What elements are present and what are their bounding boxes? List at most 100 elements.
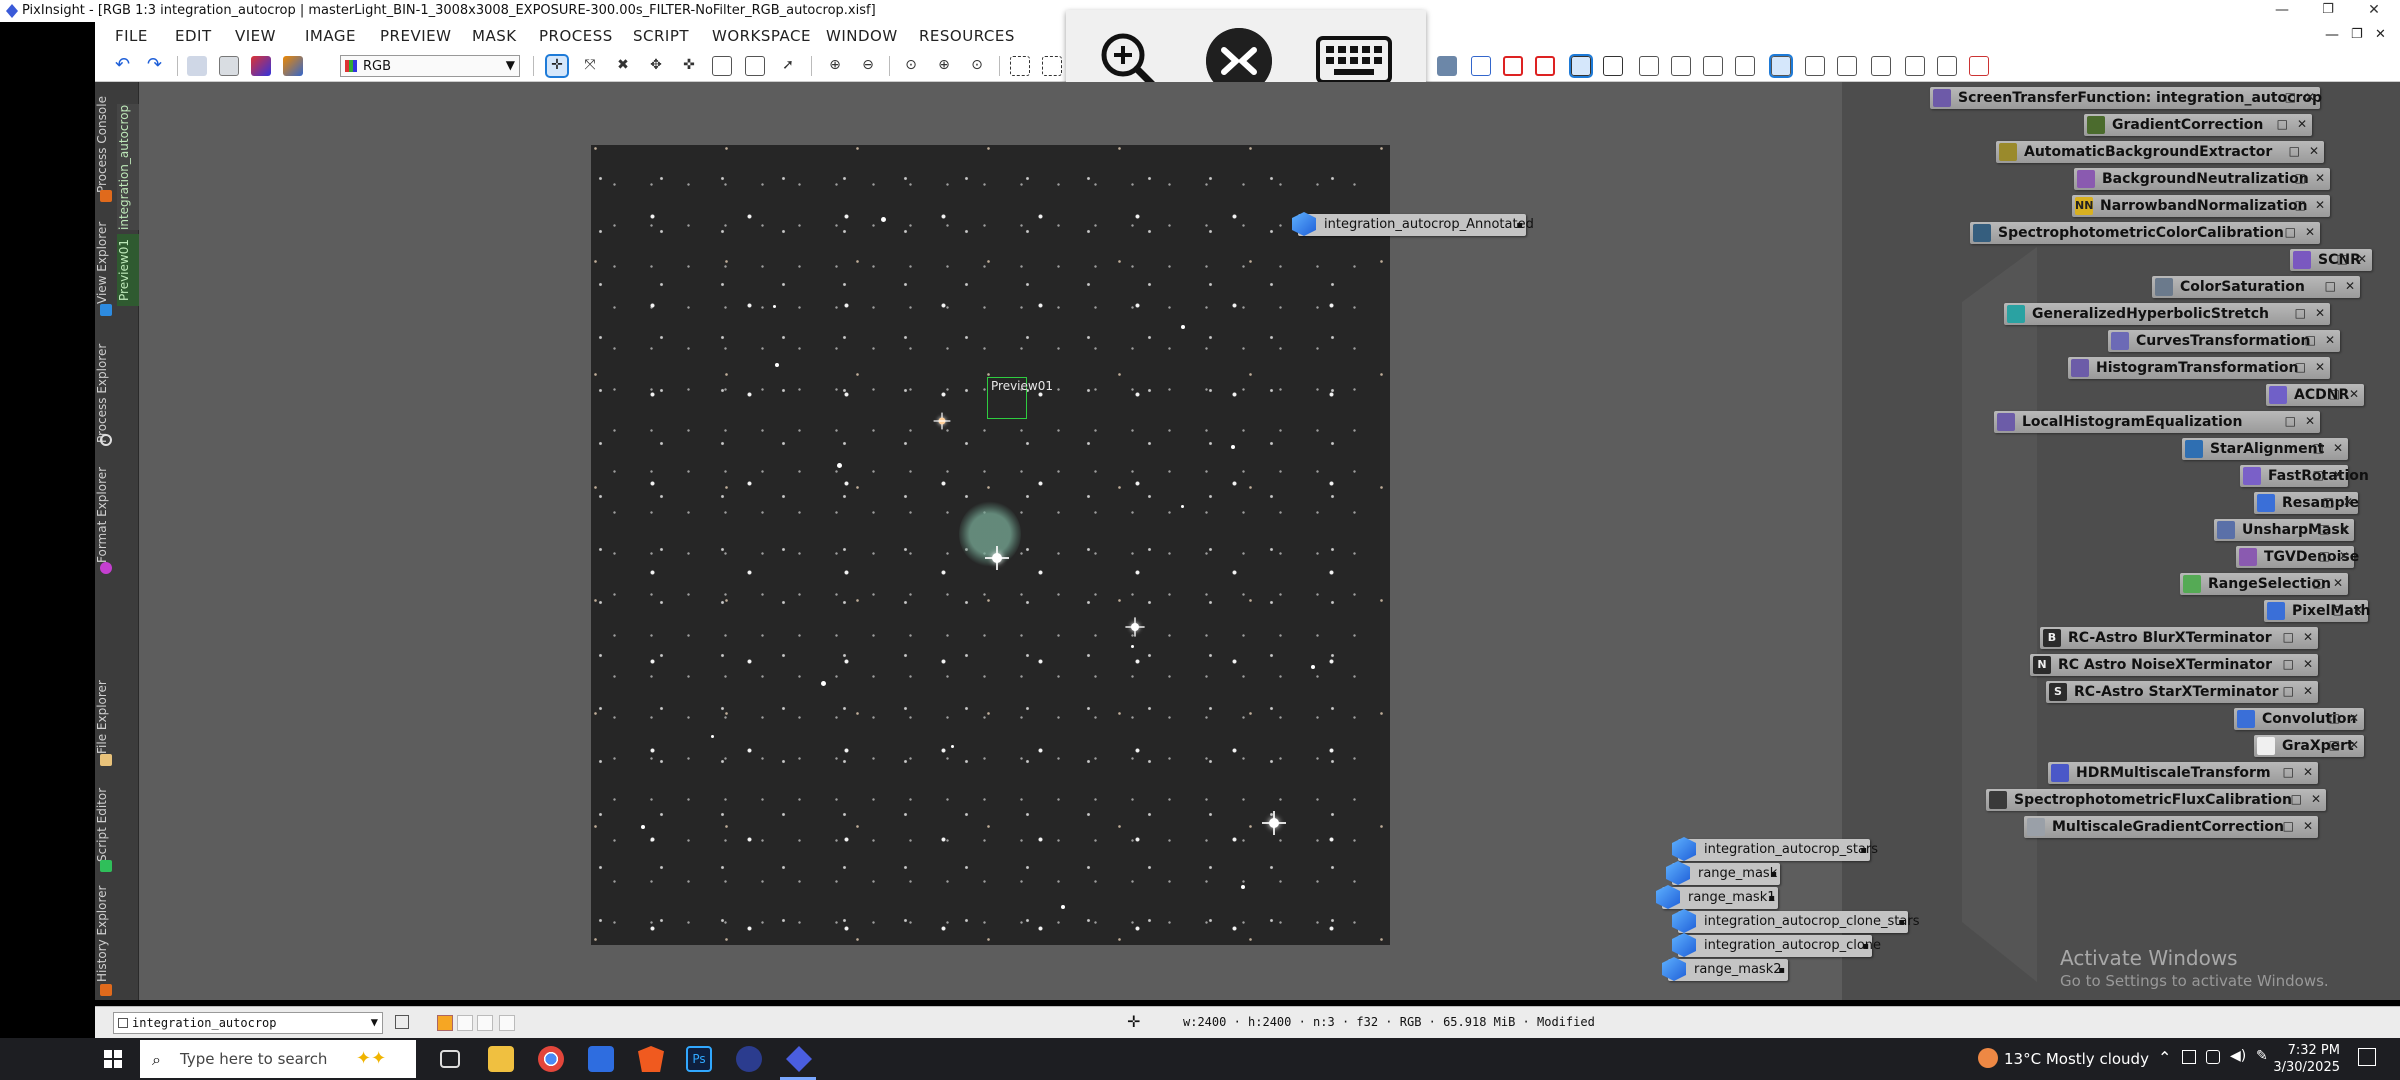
- process-icon-localhistogramequalization[interactable]: LocalHistogramEqualization □ ✕: [1994, 411, 2320, 433]
- process-icon-scnr[interactable]: SCNR □ ✕: [2290, 249, 2372, 271]
- maximize-icon[interactable]: □: [2285, 90, 2296, 104]
- process-icon-generalizedhyperbolicstretch[interactable]: GeneralizedHyperbolicStretch □ ✕: [2004, 303, 2330, 325]
- close-icon[interactable]: ✕: [2343, 495, 2353, 509]
- stf-edit-icon[interactable]: [1735, 56, 1755, 76]
- maximize-icon[interactable]: □: [2295, 198, 2306, 212]
- empty-slot-icon[interactable]: [457, 1015, 473, 1031]
- open-file-icon[interactable]: [219, 56, 239, 76]
- image-view[interactable]: Preview01: [591, 145, 1390, 945]
- fit-view-icon[interactable]: [1010, 56, 1030, 76]
- redo-icon[interactable]: ↷: [147, 56, 167, 76]
- process-icon-staralignment[interactable]: StarAlignment □ ✕: [2182, 438, 2348, 460]
- process-icon-curvestransformation[interactable]: CurvesTransformation □ ✕: [2108, 330, 2340, 352]
- maximize-icon[interactable]: □: [2295, 306, 2306, 320]
- maximize-icon[interactable]: □: [2319, 549, 2330, 563]
- maximize-icon[interactable]: □: [2283, 765, 2294, 779]
- process-icon-acdnr[interactable]: ACDNR □ ✕: [2266, 384, 2364, 406]
- menu-image[interactable]: IMAGE: [305, 27, 356, 45]
- close-icon[interactable]: ✕: [2315, 306, 2325, 320]
- edit-preview-icon[interactable]: [745, 56, 765, 76]
- process-icon-backgroundneutralization[interactable]: BackgroundNeutralization □ ✕: [2074, 168, 2330, 190]
- undo-icon[interactable]: ↶: [115, 56, 135, 76]
- minimize-button[interactable]: —: [2262, 0, 2302, 22]
- process-icon-gradientcorrection[interactable]: GradientCorrection □ ✕: [2084, 114, 2312, 136]
- clock[interactable]: 7:32 PM 3/30/2025: [2270, 1042, 2340, 1076]
- process-icon-graxpert[interactable]: GraXpert □ ✕: [2254, 735, 2364, 757]
- stf-auto-icon[interactable]: [1603, 56, 1623, 76]
- process-icon-hdrmultiscaletransform[interactable]: HDRMultiscaleTransform □ ✕: [2048, 762, 2318, 784]
- tab-format-explorer[interactable]: Format Explorer: [95, 462, 117, 568]
- speaker-icon[interactable]: ◀): [2230, 1048, 2246, 1064]
- process-icon-histogramtransformation[interactable]: HistogramTransformation □ ✕: [2068, 357, 2330, 379]
- tab-file-explorer[interactable]: File Explorer: [95, 667, 117, 767]
- close-icon[interactable]: ✕: [2305, 225, 2315, 239]
- process-icon-rc-astro-blurxterminator[interactable]: B RC-Astro BlurXTerminator □ ✕: [2040, 627, 2318, 649]
- menu-script[interactable]: SCRIPT: [633, 27, 689, 45]
- process-icon-multiscalegradientcorrection[interactable]: MultiscaleGradientCorrection □ ✕: [2024, 816, 2318, 838]
- image-icon-integration-autocrop-annotated[interactable]: integration_autocrop_Annotated ▪: [1292, 212, 1534, 236]
- close-icon[interactable]: ✕: [2303, 657, 2313, 671]
- mask-indicator-icon[interactable]: [437, 1015, 453, 1031]
- task-view-icon[interactable]: [440, 1050, 460, 1068]
- keyboard-icon[interactable]: [1316, 36, 1392, 84]
- menu-mask[interactable]: MASK: [472, 27, 517, 45]
- close-icon[interactable]: ✕: [2303, 765, 2313, 779]
- select-icon[interactable]: [1471, 56, 1491, 76]
- close-icon[interactable]: ✕: [2325, 333, 2335, 347]
- zoom-in-icon[interactable]: ⊕: [825, 56, 845, 76]
- close-icon[interactable]: ✕: [2349, 738, 2359, 752]
- maximize-icon[interactable]: □: [2325, 279, 2336, 293]
- channel-select[interactable]: RGB ▼: [340, 55, 520, 77]
- process-icon-spectrophotometriccolorcalibration[interactable]: SpectrophotometricColorCalibration □ ✕: [1970, 222, 2320, 244]
- process-icon-tgvdenoise[interactable]: TGVDenoise □ ✕: [2236, 546, 2359, 568]
- maximize-icon[interactable]: □: [2319, 522, 2330, 536]
- move-icon[interactable]: ✥: [646, 56, 666, 76]
- stf-icon[interactable]: [1569, 54, 1593, 78]
- image-icon-clone[interactable]: integration_autocrop_clone ▪: [1672, 933, 1881, 957]
- image-icon-range-mask1[interactable]: range_mask1 ▪: [1656, 885, 1778, 909]
- maximize-icon[interactable]: □: [2291, 792, 2302, 806]
- maximize-icon[interactable]: □: [2283, 630, 2294, 644]
- close-button[interactable]: ✕: [2354, 0, 2394, 22]
- graph-icon[interactable]: [1871, 56, 1891, 76]
- maximize-icon[interactable]: □: [2329, 387, 2340, 401]
- maximize-icon[interactable]: □: [2289, 144, 2300, 158]
- close-icon[interactable]: ✕: [2303, 819, 2313, 833]
- menu-workspace[interactable]: WORKSPACE: [712, 27, 811, 45]
- notification-icon[interactable]: [2358, 1048, 2376, 1066]
- new-image-icon[interactable]: [187, 56, 207, 76]
- zoom-1-1-icon[interactable]: ⊕: [934, 56, 954, 76]
- maximize-icon[interactable]: □: [2283, 684, 2294, 698]
- zoom-mode-icon[interactable]: ✖: [613, 56, 633, 76]
- tab-view-explorer[interactable]: View Explorer: [95, 218, 117, 308]
- process-icon-rangeselection[interactable]: RangeSelection □ ✕: [2180, 573, 2348, 595]
- menu-edit[interactable]: EDIT: [175, 27, 212, 45]
- maximize-icon[interactable]: □: [2333, 603, 2344, 617]
- view-tab-preview01[interactable]: Preview01: [117, 234, 139, 306]
- process-icon-convolution[interactable]: Convolution □ ✕: [2234, 708, 2364, 730]
- close-icon[interactable]: ✕: [2297, 117, 2307, 131]
- maximize-icon[interactable]: □: [2285, 414, 2296, 428]
- maximize-icon[interactable]: □: [2283, 657, 2294, 671]
- restore-button[interactable]: ❐: [2308, 0, 2348, 22]
- process-icon-colorsaturation[interactable]: ColorSaturation □ ✕: [2152, 276, 2360, 298]
- close-icon[interactable]: ✕: [2339, 549, 2349, 563]
- close-icon[interactable]: ✕: [2303, 684, 2313, 698]
- empty-slot-icon[interactable]: [477, 1015, 493, 1031]
- channel-icon[interactable]: [283, 56, 303, 76]
- maximize-icon[interactable]: □: [2329, 738, 2340, 752]
- stf-24bit-icon[interactable]: [1671, 56, 1691, 76]
- close-icon[interactable]: ✕: [2333, 441, 2343, 455]
- empty-slot-icon[interactable]: [499, 1015, 515, 1031]
- close-icon[interactable]: ✕: [2333, 468, 2343, 482]
- close-icon[interactable]: ✕: [2305, 414, 2315, 428]
- zoom-to-fit-icon[interactable]: [1042, 56, 1062, 76]
- view-tab-integration-autocrop[interactable]: integration_autocrop: [117, 104, 139, 230]
- onedrive-icon[interactable]: [2206, 1050, 2220, 1064]
- center-icon[interactable]: ✜: [679, 56, 699, 76]
- image-icon-clone-stars[interactable]: integration_autocrop_clone_stars ▪: [1672, 909, 1919, 933]
- maximize-icon[interactable]: □: [2295, 171, 2306, 185]
- process-icon-pixelmath[interactable]: PixelMath □ ✕: [2264, 600, 2370, 622]
- image-icon-stars[interactable]: integration_autocrop_stars ▪: [1672, 837, 1878, 861]
- maximize-icon[interactable]: □: [2313, 468, 2324, 482]
